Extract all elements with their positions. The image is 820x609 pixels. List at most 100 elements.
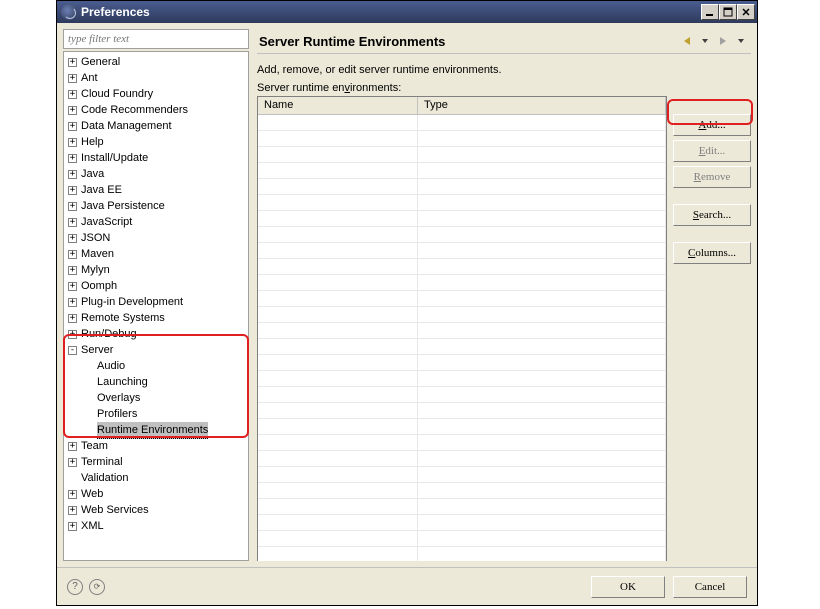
expand-icon[interactable]: + bbox=[68, 506, 77, 515]
table-row[interactable] bbox=[258, 275, 666, 291]
expand-icon[interactable]: + bbox=[68, 186, 77, 195]
expand-icon[interactable]: + bbox=[68, 90, 77, 99]
table-row[interactable] bbox=[258, 227, 666, 243]
table-row[interactable] bbox=[258, 547, 666, 561]
nav-back-dropdown-icon[interactable] bbox=[697, 33, 713, 49]
table-row[interactable] bbox=[258, 195, 666, 211]
tree-item[interactable]: +JSON bbox=[64, 230, 248, 246]
tree-item[interactable]: +Java bbox=[64, 166, 248, 182]
table-row[interactable] bbox=[258, 291, 666, 307]
table-row[interactable] bbox=[258, 163, 666, 179]
table-row[interactable] bbox=[258, 179, 666, 195]
table-row[interactable] bbox=[258, 211, 666, 227]
columns-button[interactable]: Columns... bbox=[673, 242, 751, 264]
expand-icon[interactable]: + bbox=[68, 218, 77, 227]
column-header-type[interactable]: Type bbox=[418, 97, 666, 115]
preferences-tree[interactable]: +General+Ant+Cloud Foundry+Code Recommen… bbox=[63, 51, 249, 561]
tree-item[interactable]: +General bbox=[64, 54, 248, 70]
expand-icon[interactable]: + bbox=[68, 106, 77, 115]
table-row[interactable] bbox=[258, 147, 666, 163]
collapse-icon[interactable]: - bbox=[68, 346, 77, 355]
expand-icon[interactable]: + bbox=[68, 234, 77, 243]
expand-icon[interactable]: + bbox=[68, 138, 77, 147]
tree-item[interactable]: +Install/Update bbox=[64, 150, 248, 166]
minimize-button[interactable] bbox=[701, 4, 719, 20]
expand-icon[interactable]: + bbox=[68, 330, 77, 339]
expand-icon[interactable]: + bbox=[68, 458, 77, 467]
tree-item[interactable]: +Mylyn bbox=[64, 262, 248, 278]
filter-input[interactable] bbox=[63, 29, 249, 49]
cancel-button[interactable]: Cancel bbox=[673, 576, 747, 598]
tree-item[interactable]: +Help bbox=[64, 134, 248, 150]
table-row[interactable] bbox=[258, 339, 666, 355]
tree-item[interactable]: +Plug-in Development bbox=[64, 294, 248, 310]
expand-icon[interactable]: + bbox=[68, 74, 77, 83]
tree-item[interactable]: +Remote Systems bbox=[64, 310, 248, 326]
tree-item[interactable]: +Ant bbox=[64, 70, 248, 86]
table-row[interactable] bbox=[258, 467, 666, 483]
tree-item[interactable]: +JavaScript bbox=[64, 214, 248, 230]
table-row[interactable] bbox=[258, 259, 666, 275]
table-row[interactable] bbox=[258, 323, 666, 339]
tree-item[interactable]: +Java Persistence bbox=[64, 198, 248, 214]
tree-item[interactable]: +Maven bbox=[64, 246, 248, 262]
tree-item[interactable]: +Oomph bbox=[64, 278, 248, 294]
tree-item[interactable]: +Run/Debug bbox=[64, 326, 248, 342]
table-row[interactable] bbox=[258, 419, 666, 435]
expand-icon[interactable]: + bbox=[68, 490, 77, 499]
add-button[interactable]: Add... bbox=[673, 114, 751, 136]
nav-back-icon[interactable] bbox=[679, 33, 695, 49]
expand-icon[interactable]: + bbox=[68, 442, 77, 451]
ok-button[interactable]: OK bbox=[591, 576, 665, 598]
tree-item[interactable]: +Java EE bbox=[64, 182, 248, 198]
nav-forward-icon[interactable] bbox=[715, 33, 731, 49]
expand-icon[interactable]: + bbox=[68, 154, 77, 163]
tree-item[interactable]: +Code Recommenders bbox=[64, 102, 248, 118]
runtime-table[interactable]: Name Type bbox=[257, 96, 667, 561]
expand-icon[interactable]: + bbox=[68, 266, 77, 275]
column-header-name[interactable]: Name bbox=[258, 97, 418, 115]
tree-item[interactable]: +Data Management bbox=[64, 118, 248, 134]
table-row[interactable] bbox=[258, 243, 666, 259]
table-row[interactable] bbox=[258, 403, 666, 419]
tree-item-child[interactable]: Launching bbox=[64, 374, 248, 390]
tree-item-child[interactable]: Runtime Environments bbox=[64, 422, 248, 438]
tree-item-child[interactable]: Overlays bbox=[64, 390, 248, 406]
table-row[interactable] bbox=[258, 515, 666, 531]
table-row[interactable] bbox=[258, 131, 666, 147]
table-row[interactable] bbox=[258, 355, 666, 371]
table-row[interactable] bbox=[258, 371, 666, 387]
table-row[interactable] bbox=[258, 451, 666, 467]
maximize-button[interactable] bbox=[719, 4, 737, 20]
table-row[interactable] bbox=[258, 483, 666, 499]
help-icon[interactable]: ? bbox=[67, 579, 83, 595]
expand-icon[interactable]: + bbox=[68, 298, 77, 307]
tree-item[interactable]: -Server bbox=[64, 342, 248, 358]
nav-forward-dropdown-icon[interactable] bbox=[733, 33, 749, 49]
expand-icon[interactable]: + bbox=[68, 170, 77, 179]
expand-icon[interactable]: + bbox=[68, 122, 77, 131]
table-row[interactable] bbox=[258, 499, 666, 515]
tree-item[interactable]: +Web Services bbox=[64, 502, 248, 518]
import-export-icon[interactable]: ⟳ bbox=[89, 579, 105, 595]
tree-item[interactable]: +Team bbox=[64, 438, 248, 454]
table-row[interactable] bbox=[258, 387, 666, 403]
tree-item-child[interactable]: Audio bbox=[64, 358, 248, 374]
table-row[interactable] bbox=[258, 435, 666, 451]
tree-item[interactable]: Validation bbox=[64, 470, 248, 486]
tree-item[interactable]: +XML bbox=[64, 518, 248, 534]
table-row[interactable] bbox=[258, 307, 666, 323]
close-button[interactable] bbox=[737, 4, 755, 20]
expand-icon[interactable]: + bbox=[68, 282, 77, 291]
table-row[interactable] bbox=[258, 531, 666, 547]
table-row[interactable] bbox=[258, 115, 666, 131]
expand-icon[interactable]: + bbox=[68, 314, 77, 323]
tree-item[interactable]: +Cloud Foundry bbox=[64, 86, 248, 102]
search-button[interactable]: Search... bbox=[673, 204, 751, 226]
tree-item[interactable]: +Terminal bbox=[64, 454, 248, 470]
expand-icon[interactable]: + bbox=[68, 522, 77, 531]
tree-item[interactable]: +Web bbox=[64, 486, 248, 502]
expand-icon[interactable]: + bbox=[68, 58, 77, 67]
expand-icon[interactable]: + bbox=[68, 250, 77, 259]
expand-icon[interactable]: + bbox=[68, 202, 77, 211]
